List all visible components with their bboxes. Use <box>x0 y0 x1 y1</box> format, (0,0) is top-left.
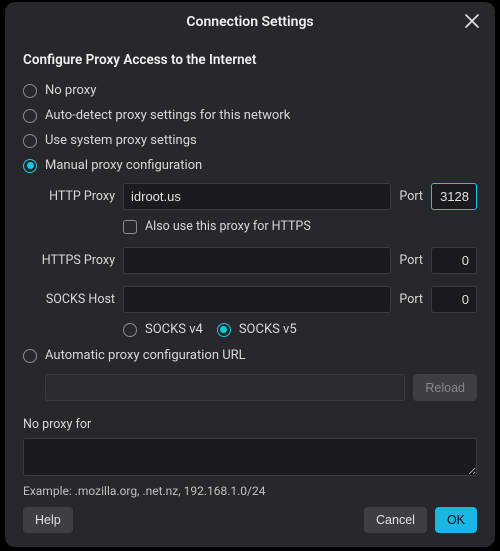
no-proxy-for-input[interactable] <box>23 438 477 476</box>
ok-button[interactable]: OK <box>435 507 477 533</box>
http-proxy-port-input[interactable] <box>431 183 477 210</box>
radio-socks-v4[interactable]: SOCKS v4 <box>123 322 203 337</box>
https-proxy-label: HTTPS Proxy <box>33 253 115 268</box>
socks-host-input[interactable] <box>123 286 391 313</box>
radio-icon <box>123 323 137 337</box>
radio-label: Auto-detect proxy settings for this netw… <box>45 108 290 123</box>
http-proxy-label: HTTP Proxy <box>33 189 115 204</box>
help-button[interactable]: Help <box>23 507 73 533</box>
checkbox-icon <box>123 220 137 234</box>
socks-host-row: SOCKS Host Port <box>33 286 477 313</box>
http-proxy-host-input[interactable] <box>123 183 391 210</box>
cancel-button[interactable]: Cancel <box>364 507 427 533</box>
radio-label: Manual proxy configuration <box>45 158 202 173</box>
socks-port-input[interactable] <box>431 286 477 313</box>
also-https-row[interactable]: Also use this proxy for HTTPS <box>33 215 477 242</box>
radio-label: Automatic proxy configuration URL <box>45 348 246 363</box>
auto-url-input[interactable] <box>45 374 405 401</box>
port-label: Port <box>399 253 423 268</box>
auto-url-row: Reload <box>23 374 477 401</box>
close-icon[interactable] <box>463 12 481 30</box>
radio-icon <box>217 323 231 337</box>
dialog-title: Connection Settings <box>186 14 313 30</box>
radio-icon <box>23 159 37 173</box>
radio-label: No proxy <box>45 83 96 98</box>
http-proxy-row: HTTP Proxy Port <box>33 183 477 210</box>
socks-version-group: SOCKS v4 SOCKS v5 <box>33 318 477 343</box>
socks-host-label: SOCKS Host <box>33 292 115 307</box>
also-https-label: Also use this proxy for HTTPS <box>145 219 311 234</box>
radio-icon <box>23 84 37 98</box>
radio-socks-v5[interactable]: SOCKS v5 <box>217 322 297 337</box>
https-proxy-port-input[interactable] <box>431 247 477 274</box>
port-label: Port <box>399 292 423 307</box>
radio-label: SOCKS v5 <box>239 322 297 337</box>
dialog-content: Configure Proxy Access to the Internet N… <box>5 44 495 499</box>
radio-label: Use system proxy settings <box>45 133 197 148</box>
radio-manual-proxy[interactable]: Manual proxy configuration <box>23 153 477 178</box>
https-proxy-host-input[interactable] <box>123 247 391 274</box>
radio-icon <box>23 109 37 123</box>
radio-no-proxy[interactable]: No proxy <box>23 78 477 103</box>
radio-icon <box>23 349 37 363</box>
no-proxy-example: Example: .mozilla.org, .net.nz, 192.168.… <box>23 484 477 498</box>
dialog-titlebar: Connection Settings <box>5 2 495 44</box>
section-title: Configure Proxy Access to the Internet <box>23 52 477 68</box>
radio-auto-url[interactable]: Automatic proxy configuration URL <box>23 343 477 368</box>
reload-button[interactable]: Reload <box>413 374 477 401</box>
manual-proxy-panel: HTTP Proxy Port Also use this proxy for … <box>23 183 477 343</box>
radio-label: SOCKS v4 <box>145 322 203 337</box>
radio-system-proxy[interactable]: Use system proxy settings <box>23 128 477 153</box>
radio-icon <box>23 134 37 148</box>
radio-auto-detect[interactable]: Auto-detect proxy settings for this netw… <box>23 103 477 128</box>
no-proxy-for-label: No proxy for <box>23 417 477 432</box>
https-proxy-row: HTTPS Proxy Port <box>33 247 477 274</box>
port-label: Port <box>399 189 423 204</box>
connection-settings-dialog: Connection Settings Configure Proxy Acce… <box>5 2 495 547</box>
dialog-footer: Help Cancel OK <box>5 499 495 547</box>
